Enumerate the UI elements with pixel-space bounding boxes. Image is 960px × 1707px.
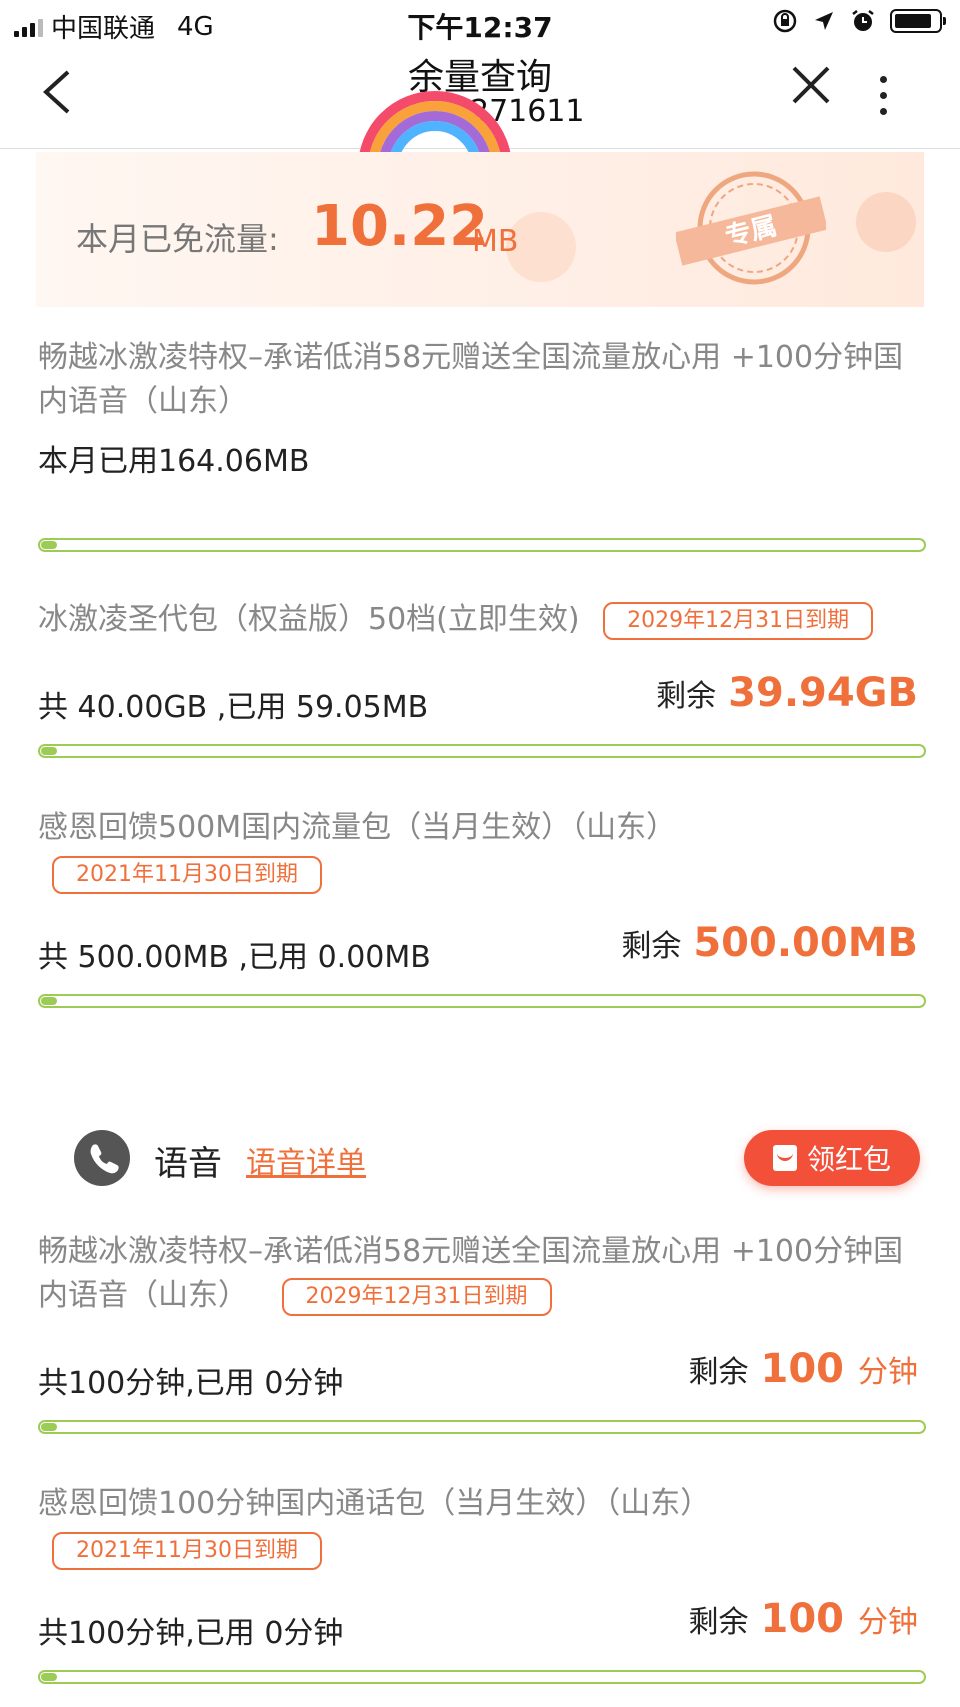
free-traffic-banner: 本月已免流量: 10.22 MB 专属	[36, 152, 924, 307]
remain-value: 500.00MB	[693, 920, 918, 966]
progress-bar	[38, 1670, 926, 1684]
progress-fill	[41, 1423, 57, 1431]
close-button[interactable]	[790, 64, 832, 114]
red-packet-button[interactable]: 领红包	[744, 1130, 920, 1186]
remain-label: 剩余	[656, 679, 717, 714]
progress-bar	[38, 538, 926, 552]
package-remain: 剩余 500.00MB	[621, 920, 918, 966]
package-usage: 本月已用164.06MB	[38, 444, 310, 479]
data-package: 畅越冰激凌特权–承诺低消58元赠送全国流量放心用 +100分钟国内语音（山东）	[38, 336, 926, 424]
expiry-badge: 2021年11月30日到期	[52, 1532, 322, 1570]
voice-detail-link[interactable]: 语音详单	[246, 1138, 366, 1182]
red-packet-label: 领红包	[806, 1143, 891, 1176]
voice-package: 畅越冰激凌特权–承诺低消58元赠送全国流量放心用 +100分钟国内语音（山东） …	[38, 1230, 926, 1318]
remain-value: 100	[760, 1596, 845, 1642]
package-usage: 共 40.00GB ,已用 59.05MB	[38, 690, 429, 725]
close-icon	[792, 66, 830, 104]
expiry-badge: 2029年12月31日到期	[281, 1277, 552, 1316]
exclusive-stamp-text: 专属	[722, 211, 780, 253]
remain-label: 剩余	[621, 929, 682, 964]
location-icon	[815, 12, 833, 30]
package-remain: 剩余 100 分钟	[689, 1346, 919, 1392]
expiry-badge: 2029年12月31日到期	[603, 601, 874, 640]
package-usage: 共 500.00MB ,已用 0.00MB	[38, 940, 431, 975]
alarm-icon	[852, 10, 874, 31]
voice-package: 感恩回馈100分钟国内通话包（当月生效）（山东） 2021年11月30日到期	[38, 1482, 926, 1570]
package-name: 感恩回馈100分钟国内通话包（当月生效）（山东）	[38, 1486, 711, 1521]
red-envelope-icon	[772, 1145, 797, 1171]
battery-icon	[890, 9, 946, 33]
free-traffic-unit: MB	[472, 224, 519, 259]
package-name: 畅越冰激凌特权–承诺低消58元赠送全国流量放心用 +100分钟国内语音（山东）	[38, 340, 904, 419]
remain-unit: 分钟	[858, 1355, 918, 1390]
remain-value: 39.94GB	[728, 670, 918, 716]
package-name: 冰激凌圣代包（权益版）50档(立即生效)	[38, 602, 580, 637]
remain-label: 剩余	[688, 1605, 749, 1640]
free-traffic-label: 本月已免流量:	[76, 220, 279, 258]
remain-label: 剩余	[688, 1355, 749, 1390]
package-remain: 剩余 39.94GB	[656, 670, 918, 716]
package-usage: 共100分钟,已用 0分钟	[38, 1616, 344, 1651]
progress-fill	[41, 1673, 57, 1681]
package-usage: 共100分钟,已用 0分钟	[38, 1366, 344, 1401]
progress-fill	[41, 541, 57, 549]
progress-bar	[38, 744, 926, 758]
phone-icon	[74, 1130, 130, 1186]
status-bar: 中国联通 4G 下午12:37	[0, 0, 960, 46]
more-button[interactable]	[880, 76, 887, 115]
package-name: 感恩回馈500M国内流量包（当月生效）（山东）	[38, 810, 677, 845]
data-package: 冰激凌圣代包（权益版）50档(立即生效) 2029年12月31日到期	[38, 598, 926, 642]
remain-unit: 分钟	[858, 1605, 918, 1640]
rotation-lock-icon	[773, 9, 797, 33]
package-remain: 剩余 100 分钟	[689, 1596, 919, 1642]
voice-section-header: 语音 语音详单 领红包	[74, 1130, 924, 1186]
status-right	[772, 8, 946, 34]
progress-fill	[41, 747, 57, 755]
data-package: 感恩回馈500M国内流量包（当月生效）（山东） 2021年11月30日到期	[38, 806, 926, 894]
voice-title: 语音	[154, 1144, 222, 1184]
progress-fill	[41, 997, 57, 1005]
expiry-badge: 2021年11月30日到期	[52, 856, 322, 894]
progress-bar	[38, 994, 926, 1008]
free-traffic-value: 10.22	[311, 194, 489, 259]
remain-value: 100	[760, 1346, 845, 1392]
progress-bar	[38, 1420, 926, 1434]
exclusive-stamp-icon: 专属	[676, 171, 826, 285]
